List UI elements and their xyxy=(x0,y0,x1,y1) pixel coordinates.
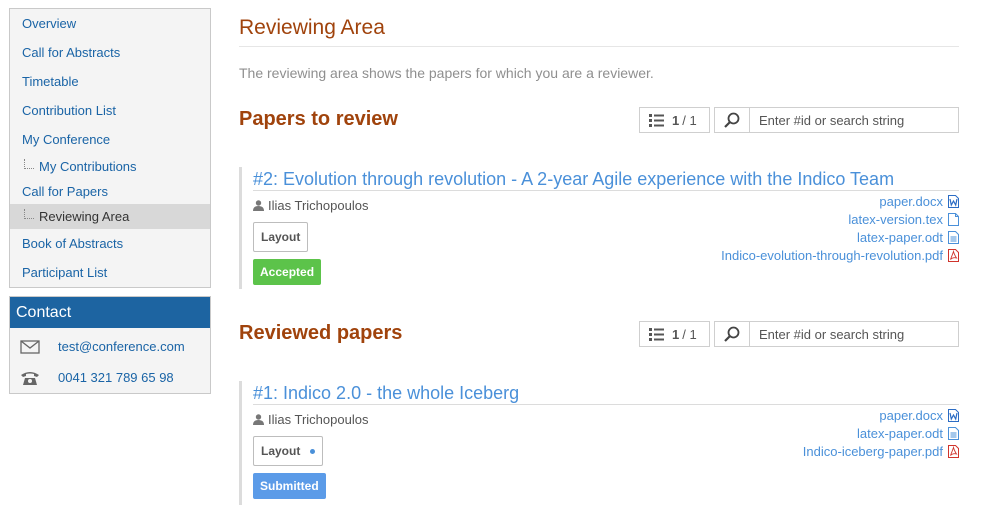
page-title: Reviewing Area xyxy=(239,16,385,39)
pagination-total: / 1 xyxy=(682,112,697,128)
search-input[interactable] xyxy=(750,322,958,346)
page-description: The reviewing area shows the papers for … xyxy=(239,65,654,81)
user-icon xyxy=(253,414,264,425)
pagination-button[interactable]: 1 / 1 xyxy=(639,107,710,133)
layout-button[interactable]: Layout xyxy=(253,436,324,466)
word-file-icon xyxy=(948,194,959,208)
search-box xyxy=(714,107,959,133)
contact-email-text: test@conference.com xyxy=(58,339,185,354)
sidebar-item-book-of-abstracts[interactable]: Book of Abstracts xyxy=(10,229,210,258)
sidebar-item-call-for-abstracts[interactable]: Call for Abstracts xyxy=(10,38,210,67)
document-file-icon xyxy=(948,230,959,244)
search-button[interactable] xyxy=(715,108,750,132)
search-icon xyxy=(724,112,740,128)
paper-author-name: Ilias Trichopoulos xyxy=(268,198,369,213)
file-name: latex-paper.odt xyxy=(856,425,943,441)
sidebar-item-reviewing-area[interactable]: Reviewing Area xyxy=(10,204,210,229)
sidebar-item-overview[interactable]: Overview xyxy=(10,9,210,38)
search-input[interactable] xyxy=(750,108,958,132)
file-name: paper.docx xyxy=(879,193,943,209)
pagination-current: 1 xyxy=(672,112,680,128)
sidebar-menu: Overview Call for Abstracts Timetable Co… xyxy=(9,8,211,288)
search-icon xyxy=(724,326,740,342)
sidebar-item-label: My Contributions xyxy=(39,159,137,174)
sidebar-item-timetable[interactable]: Timetable xyxy=(10,67,210,96)
sidebar-item-my-conference[interactable]: My Conference xyxy=(10,125,210,154)
file-link[interactable]: latex-paper.odt xyxy=(803,424,959,442)
paper-title-link[interactable]: #1: Indico 2.0 - the whole Iceberg xyxy=(253,381,959,405)
sidebar-item-my-contributions[interactable]: My Contributions xyxy=(10,154,210,179)
list-icon xyxy=(649,327,664,341)
file-link[interactable]: Indico-evolution-through-revolution.pdf xyxy=(721,246,959,264)
word-file-icon xyxy=(948,408,959,422)
sidebar-item-label: Reviewing Area xyxy=(39,209,130,224)
contact-title: Contact xyxy=(10,297,210,328)
user-icon xyxy=(253,200,264,211)
paper-title-link[interactable]: #2: Evolution through revolution - A 2-y… xyxy=(253,167,959,191)
file-link[interactable]: paper.docx xyxy=(803,406,959,424)
file-link[interactable]: paper.docx xyxy=(721,192,959,210)
envelope-icon xyxy=(20,339,40,354)
layout-button[interactable]: Layout xyxy=(253,222,309,252)
file-name: latex-paper.odt xyxy=(856,229,943,245)
pdf-file-icon xyxy=(948,248,959,262)
sidebar-item-call-for-papers[interactable]: Call for Papers xyxy=(10,179,210,204)
paper-files: paper.docx latex-paper.odt Indico-iceber… xyxy=(803,406,959,460)
tree-connector xyxy=(24,159,34,169)
file-name: latex-version.tex xyxy=(848,211,943,227)
sidebar-item-contribution-list[interactable]: Contribution List xyxy=(10,96,210,125)
file-icon xyxy=(948,212,959,226)
contact-email[interactable]: test@conference.com xyxy=(10,332,210,361)
contact-phone[interactable]: 0041 321 789 65 98 xyxy=(10,363,210,392)
tree-connector xyxy=(24,209,34,219)
pdf-file-icon xyxy=(948,444,959,458)
title-divider xyxy=(239,46,959,47)
search-button[interactable] xyxy=(715,322,750,346)
pagination-current: 1 xyxy=(672,326,680,342)
paper-files: paper.docx latex-version.tex latex-paper… xyxy=(721,192,959,264)
pagination-button[interactable]: 1 / 1 xyxy=(639,321,710,347)
contact-phone-text: 0041 321 789 65 98 xyxy=(58,370,174,385)
file-link[interactable]: latex-version.tex xyxy=(721,210,959,228)
status-badge: Submitted xyxy=(253,473,326,499)
layout-button-label: Layout xyxy=(261,444,301,458)
file-link[interactable]: Indico-iceberg-paper.pdf xyxy=(803,442,959,460)
file-link[interactable]: latex-paper.odt xyxy=(721,228,959,246)
section-title-papers-to-review: Papers to review xyxy=(239,108,398,130)
file-name: Indico-iceberg-paper.pdf xyxy=(802,443,943,459)
section-title-reviewed-papers: Reviewed papers xyxy=(239,322,403,344)
document-file-icon xyxy=(948,426,959,440)
file-name: Indico-evolution-through-revolution.pdf xyxy=(721,247,943,263)
paper-author-name: Ilias Trichopoulos xyxy=(268,412,369,427)
file-name: paper.docx xyxy=(879,407,943,423)
status-badge: Accepted xyxy=(253,259,322,285)
list-icon xyxy=(649,113,664,127)
search-box xyxy=(714,321,959,347)
pagination-total: / 1 xyxy=(682,326,697,342)
phone-icon xyxy=(20,371,40,385)
layout-button-label: Layout xyxy=(261,230,301,244)
unread-dot-icon xyxy=(310,448,316,454)
sidebar-item-participant-list[interactable]: Participant List xyxy=(10,258,210,287)
contact-box: Contact test@conference.com 0041 321 789… xyxy=(9,296,211,394)
